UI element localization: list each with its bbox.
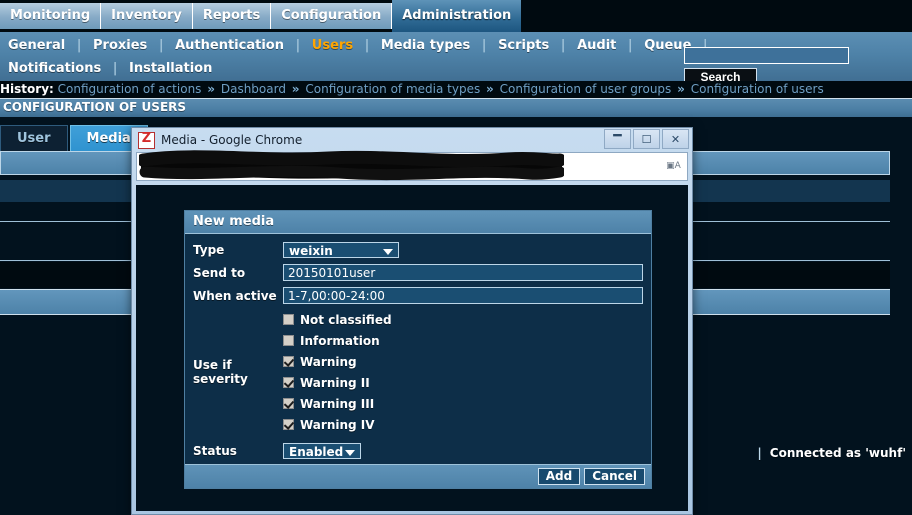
severity-item-warning[interactable]: Warning [283,351,651,372]
severity-checkbox-warning-3[interactable] [283,398,294,409]
submenu-separator: | [112,61,118,76]
status-label: Status [193,443,237,458]
breadcrumb: History: Configuration of actions » Dash… [0,81,912,98]
form-row-type: Type weixin [185,238,651,261]
new-media-dialog: New media Type weixin Send to 20150101us… [184,210,652,489]
when-active-label: When active [193,288,277,303]
severity-item-warning-2[interactable]: Warning II [283,372,651,393]
window-controls: ━ ☐ ✕ [602,129,689,149]
status-select[interactable]: Enabled [283,443,361,459]
minimize-button[interactable]: ━ [604,129,631,149]
breadcrumb-item-0[interactable]: Configuration of actions [58,82,202,96]
severity-checkbox-warning-2[interactable] [283,377,294,388]
severity-item-not-classified[interactable]: Not classified [283,309,651,330]
maximize-button[interactable]: ☐ [633,129,660,149]
form-row-status: Status Enabled [185,439,651,462]
use-if-severity-label: Use if severity [193,358,248,386]
chrome-page-viewport: New media Type weixin Send to 20150101us… [136,185,688,511]
submenu-item-audit[interactable]: Audit [572,38,621,53]
status-control: Enabled [283,441,651,460]
chrome-window-title: Media - Google Chrome [161,133,303,147]
breadcrumb-item-4[interactable]: Configuration of users [691,82,824,96]
tab-user[interactable]: User [0,125,68,151]
breadcrumb-item-2[interactable]: Configuration of media types [305,82,480,96]
when-active-control [283,287,651,304]
add-button[interactable]: Add [537,468,581,485]
nav-tab-monitoring[interactable]: Monitoring [0,3,102,29]
cancel-button[interactable]: Cancel [584,468,645,485]
connected-as-label: Connected as 'wuhf' [769,446,906,460]
severity-label-warning-3: Warning III [300,396,375,411]
search-input[interactable] [684,46,849,64]
severity-checkbox-list: Not classified Information Warning Warni… [283,309,651,435]
send-to-input[interactable] [283,264,643,281]
submenu-separator: | [158,38,164,53]
send-to-label: Send to [193,265,246,280]
content-tabstrip: User Media [0,125,150,151]
nav-tab-inventory[interactable]: Inventory [101,3,193,29]
breadcrumb-arrow-icon: » [291,82,300,96]
page-title: CONFIGURATION OF USERS [0,98,912,117]
form-row-when-active: When active [185,284,651,307]
severity-item-information[interactable]: Information [283,330,651,351]
severity-checkbox-warning-4[interactable] [283,419,294,430]
zabbix-favicon-icon [138,131,155,149]
url-redaction-mark [139,150,564,181]
severity-checkbox-information[interactable] [283,335,294,346]
submenu-separator: | [560,38,566,53]
close-button[interactable]: ✕ [662,129,689,149]
form-row-send-to: Send to [185,261,651,284]
submenu-item-notifications[interactable]: Notifications [3,61,106,76]
chrome-title-bar[interactable]: Media - Google Chrome ━ ☐ ✕ [132,128,692,152]
submenu-item-media-types[interactable]: Media types [376,38,475,53]
type-select[interactable]: weixin [283,242,399,258]
severity-item-warning-4[interactable]: Warning IV [283,414,651,435]
submenu-item-installation[interactable]: Installation [124,61,217,76]
when-active-input[interactable] [283,287,643,304]
chrome-address-bar[interactable]: ▣A [136,150,688,181]
submenu-separator: | [364,38,370,53]
status-bar-content: | Connected as 'wuhf' [757,446,906,460]
submenu-separator: | [76,38,82,53]
translate-icon[interactable]: ▣A [665,158,682,175]
send-to-control [283,264,651,281]
submenu-separator: | [627,38,633,53]
submenu-item-users[interactable]: Users [307,38,358,53]
nav-tab-reports[interactable]: Reports [192,3,272,29]
search-container [684,43,849,64]
severity-label-information: Information [300,333,380,348]
new-media-form-body: Type weixin Send to When active [185,234,651,464]
severity-checkbox-warning[interactable] [283,356,294,367]
form-row-severity: Use if severity Not classified Informati… [185,307,651,439]
severity-checkbox-not-classified[interactable] [283,314,294,325]
submenu-item-authentication[interactable]: Authentication [170,38,289,53]
new-media-dialog-title: New media [185,211,651,234]
new-media-dialog-footer: Add Cancel [185,464,651,488]
nav-tab-configuration[interactable]: Configuration [271,3,393,29]
breadcrumb-arrow-icon: » [486,82,494,96]
severity-label-warning: Warning [300,354,357,369]
severity-item-warning-3[interactable]: Warning III [283,393,651,414]
breadcrumb-item-3[interactable]: Configuration of user groups [500,82,672,96]
type-control: weixin [283,240,651,259]
screen-root: Monitoring Inventory Reports Configurati… [0,0,912,515]
submenu-separator: | [481,38,487,53]
breadcrumb-arrow-icon: » [677,82,685,96]
chrome-popup-window[interactable]: Media - Google Chrome ━ ☐ ✕ ▣A New media [131,127,693,515]
severity-label-not-classified: Not classified [300,312,392,327]
severity-label-warning-2: Warning II [300,375,370,390]
submenu-item-general[interactable]: General [3,38,70,53]
main-navigation: Monitoring Inventory Reports Configurati… [0,0,912,32]
nav-tab-administration[interactable]: Administration [392,0,522,32]
type-label: Type [193,242,225,257]
submenu-item-proxies[interactable]: Proxies [88,38,152,53]
status-separator: | [757,446,762,460]
breadcrumb-arrow-icon: » [207,82,216,96]
breadcrumb-item-1[interactable]: Dashboard [221,82,286,96]
breadcrumb-label: History: [0,82,54,96]
severity-label-warning-4: Warning IV [300,417,375,432]
submenu-item-scripts[interactable]: Scripts [493,38,554,53]
submenu-separator: | [295,38,301,53]
